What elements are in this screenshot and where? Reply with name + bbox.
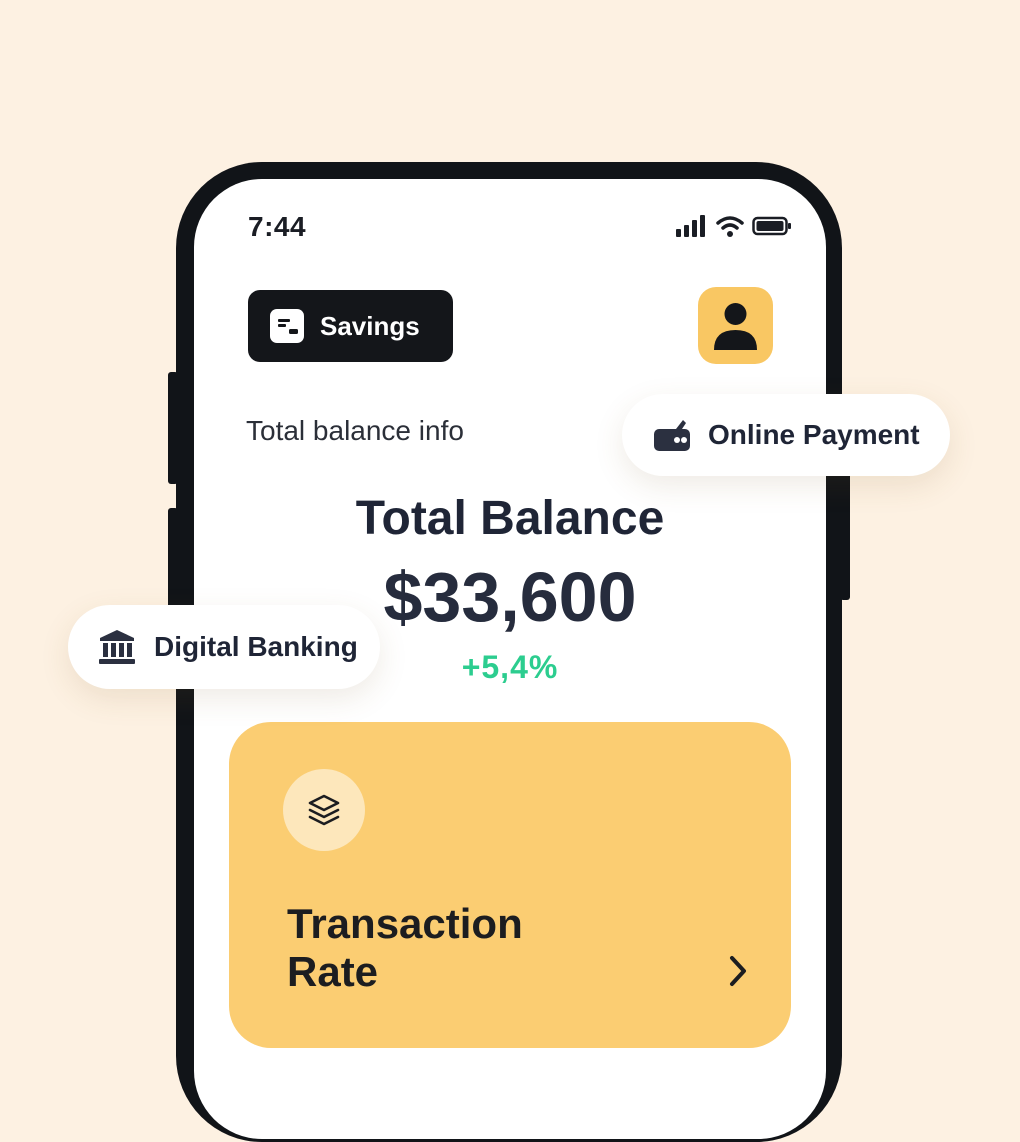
bank-icon [99,630,135,664]
battery-icon [752,216,791,236]
phone-side-button [168,372,178,484]
online-payment-label: Online Payment [708,419,920,450]
status-icons [676,215,792,237]
status-time: 7:44 [248,211,307,242]
phone-power-button [840,468,850,600]
card-icon [270,309,304,343]
transaction-rate-card[interactable]: Transaction Rate [229,722,791,1048]
online-payment-pill[interactable]: Online Payment [622,394,950,476]
digital-banking-pill[interactable]: Digital Banking [68,605,380,689]
transaction-rate-title: Transaction Rate [287,900,523,995]
wifi-icon [716,216,744,237]
balance-info-label: Total balance info [246,415,464,446]
profile-avatar-button[interactable] [698,287,773,364]
phone-side-button [168,508,178,620]
layers-icon [283,769,365,851]
savings-label: Savings [320,310,420,341]
digital-banking-label: Digital Banking [154,631,358,662]
savings-account-button[interactable]: Savings [248,290,453,362]
user-icon [714,303,757,350]
total-balance-title: Total Balance [355,492,665,545]
chevron-right-icon[interactable] [725,954,751,988]
wallet-icon [654,420,690,451]
signal-icon [676,215,705,237]
